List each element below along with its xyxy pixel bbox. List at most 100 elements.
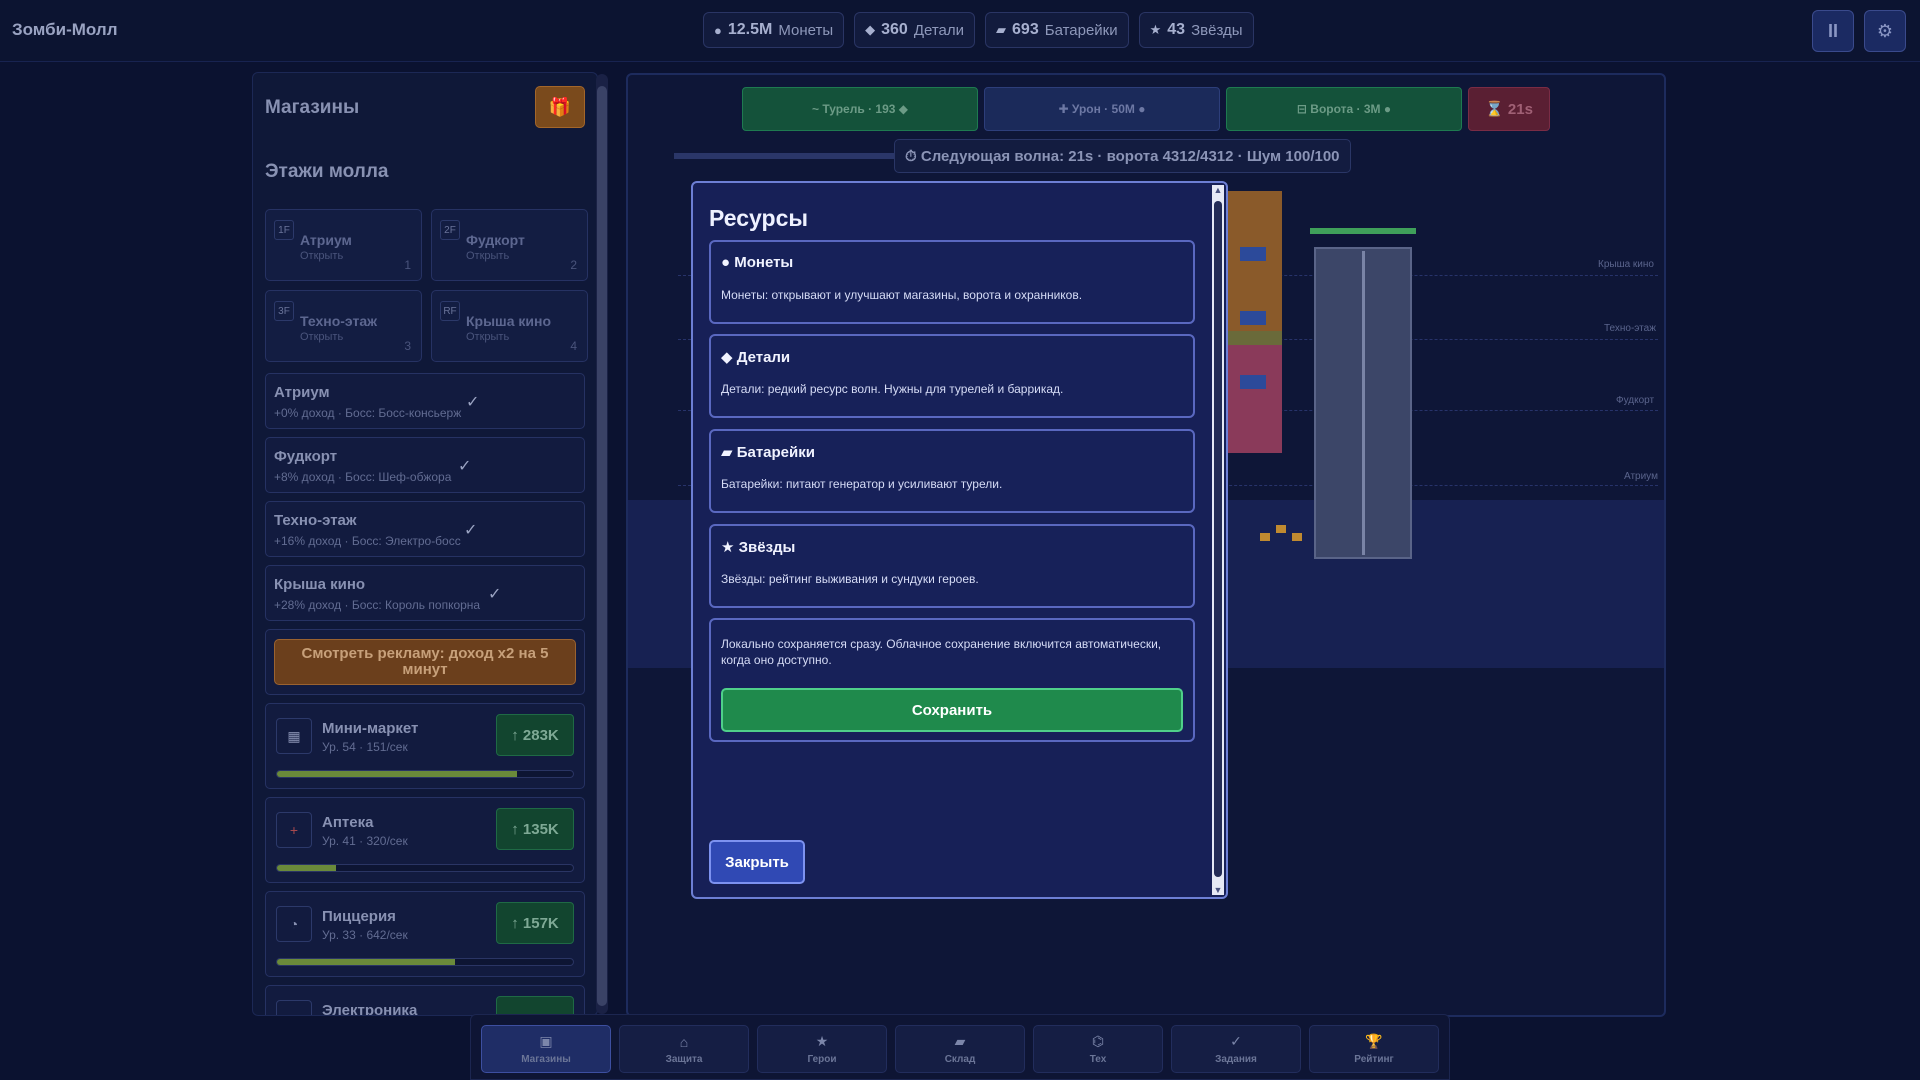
shop-row-minimarket[interactable]: ▦ Мини-маркет Ур. 54 · 151/сек ↑ 283K (265, 703, 585, 789)
resource-label: Звёзды (1191, 21, 1243, 39)
modal-title: Ресурсы (709, 205, 809, 231)
save-card: Локально сохраняется сразу. Облачное сох… (709, 618, 1195, 742)
floor-name: Техно-этаж (300, 313, 378, 329)
resource-parts[interactable]: ◆ 360 Детали (854, 12, 976, 48)
save-button[interactable]: Сохранить (721, 688, 1183, 732)
gate-seam (1362, 251, 1365, 555)
tab-shops[interactable]: ▣ Магазины (481, 1025, 611, 1073)
shop-row-pharmacy[interactable]: + Аптека Ур. 41 · 320/сек ↑ 135K (265, 797, 585, 883)
boss-row-foodcourt[interactable]: Фудкорт +8% доход · Босс: Шеф-обжора ✓ (265, 437, 585, 493)
shop-level: Ур. 54 · 151/сек (322, 740, 408, 754)
shop-progress-fill (277, 865, 337, 871)
boss-info: +16% доход · Босс: Электро-босс (274, 534, 461, 548)
pharmacy-icon: + (276, 812, 312, 848)
shop-row-electronics[interactable]: ▭ Электроника (265, 985, 585, 1016)
resources-modal: Ресурсы ● Монеты Монеты: открывают и улу… (691, 181, 1228, 899)
damage-upgrade-button[interactable]: ✚ Урон · 50M ● (984, 87, 1220, 131)
parts-icon: ◆ (865, 22, 876, 37)
check-icon: ✓ (488, 586, 502, 603)
floor-badge: 1F (274, 220, 294, 240)
tab-label: Тех (1089, 1054, 1107, 1065)
gift-icon: 🎁 (548, 96, 572, 117)
floor-status: Открыть (466, 331, 510, 343)
resource-label: Детали (913, 21, 965, 39)
pause-button[interactable]: II (1812, 10, 1854, 52)
floor-card-atrium[interactable]: 1F Атриум Открыть 1 (265, 209, 422, 281)
watch-ad-button[interactable]: Смотреть рекламу: доход x2 на 5 минут (274, 639, 576, 685)
boss-row-tech[interactable]: Техно-этаж +16% доход · Босс: Электро-бо… (265, 501, 585, 557)
tasks-icon: ✓ (1230, 1033, 1242, 1049)
scroll-up-icon[interactable]: ▲ (1212, 185, 1224, 195)
scroll-down-icon[interactable]: ▼ (1212, 885, 1224, 895)
gift-button[interactable]: 🎁 (535, 86, 585, 128)
pizzeria-icon: ◔ (276, 906, 312, 942)
boss-info: +28% доход · Босс: Король попкорна (274, 598, 481, 612)
turret-icon (1240, 311, 1266, 325)
tab-label: Склад (944, 1054, 976, 1065)
scrollbar-thumb[interactable] (1214, 201, 1222, 877)
gate-upgrade-button[interactable]: ⊟ Ворота · 3M ● (1226, 87, 1462, 131)
shop-progress-bar (276, 958, 574, 966)
floor-status: Открыть (466, 250, 510, 262)
ad-box: Смотреть рекламу: доход x2 на 5 минут (265, 629, 585, 695)
rating-icon: 🏆 (1365, 1033, 1383, 1049)
defense-icon: ⌂ (679, 1033, 689, 1050)
resource-card-stars: ★ Звёзды Звёзды: рейтинг выживания и сун… (709, 524, 1195, 608)
shop-level: Ур. 41 · 320/сек (322, 834, 408, 848)
resource-card-title: ◆ Детали (721, 349, 791, 366)
bottom-nav: ▣ Магазины ⌂ Защита ★ Герои ▰ Склад ⌬ Те… (470, 1014, 1450, 1080)
resource-batteries[interactable]: ▰ 693 Батарейки (985, 12, 1129, 48)
shop-upgrade-button[interactable]: ↑ 157K (496, 902, 574, 944)
resource-value: 360 (881, 21, 908, 38)
star-icon: ★ (1149, 22, 1162, 37)
boss-row-atrium[interactable]: Атриум +0% доход · Босс: Босс-консьерж ✓ (265, 373, 585, 429)
shop-upgrade-button[interactable]: ↑ 135K (496, 808, 574, 850)
top-bar: Зомби-Молл ● 12.5M Монеты ◆ 360 Детали ▰… (0, 0, 1920, 62)
tab-rating[interactable]: 🏆 Рейтинг (1309, 1025, 1439, 1073)
floor-status: Открыть (300, 250, 344, 262)
check-icon: ✓ (458, 458, 472, 475)
resource-card-title: ▰ Батарейки (721, 444, 815, 461)
modal-scrollbar[interactable]: ▲ ▼ (1212, 185, 1224, 895)
resource-card-desc: Звёзды: рейтинг выживания и сундуки геро… (721, 572, 979, 586)
shop-name: Электроника (322, 1002, 418, 1016)
shop-row-pizzeria[interactable]: ◔ Пиццерия Ур. 33 · 642/сек ↑ 157K (265, 891, 585, 977)
turret-buy-button[interactable]: ~ Турель · 193 ◆ (742, 87, 978, 131)
close-button[interactable]: Закрыть (709, 840, 805, 884)
boss-floor-name: Техно-этаж (274, 512, 357, 529)
wave-timer-button[interactable]: ⌛ 21s (1468, 87, 1550, 131)
floor-card-cinema-roof[interactable]: RF Крыша кино Открыть 4 (431, 290, 588, 362)
floor-card-foodcourt[interactable]: 2F Фудкорт Открыть 2 (431, 209, 588, 281)
floor-card-tech[interactable]: 3F Техно-этаж Открыть 3 (265, 290, 422, 362)
resource-value: 12.5M (727, 21, 773, 38)
tab-tasks[interactable]: ✓ Задания (1171, 1025, 1301, 1073)
resource-card-desc: Детали: редкий ресурс волн. Нужны для ту… (721, 382, 1064, 396)
tab-label: Магазины (521, 1054, 571, 1065)
tab-label: Защита (665, 1053, 703, 1065)
shop-upgrade-button[interactable]: ↑ 283K (496, 714, 574, 756)
minimarket-icon: ▦ (276, 718, 312, 754)
resource-card-desc: Монеты: открывают и улучшают магазины, в… (721, 288, 1083, 302)
shop-progress-fill (277, 771, 517, 777)
loot-crate-icon (1276, 525, 1286, 533)
loot-crate-icon (1260, 533, 1270, 541)
boss-info: +8% доход · Босс: Шеф-обжора (274, 470, 452, 484)
floor-badge: RF (440, 301, 460, 321)
boss-floor-name: Крыша кино (274, 576, 366, 593)
floor-number: 3 (404, 339, 411, 353)
shops-scrollbar[interactable] (596, 74, 608, 1014)
boss-row-cinema-roof[interactable]: Крыша кино +28% доход · Босс: Король поп… (265, 565, 585, 621)
tab-heroes[interactable]: ★ Герои (757, 1025, 887, 1073)
tab-label: Рейтинг (1354, 1054, 1394, 1065)
resource-stars[interactable]: ★ 43 Звёзды (1138, 12, 1254, 48)
tab-defense[interactable]: ⌂ Защита (619, 1025, 749, 1073)
settings-button[interactable]: ⚙ (1864, 10, 1906, 52)
scrollbar-thumb[interactable] (597, 86, 607, 1006)
resource-coins[interactable]: ● 12.5M Монеты (703, 12, 845, 48)
resource-value: 43 (1167, 21, 1186, 38)
tab-warehouse[interactable]: ▰ Склад (895, 1025, 1025, 1073)
tab-label: Герои (807, 1054, 837, 1065)
floor-number: 2 (570, 258, 577, 272)
shop-upgrade-button[interactable] (496, 996, 574, 1015)
tab-tech[interactable]: ⌬ Тех (1033, 1025, 1163, 1073)
